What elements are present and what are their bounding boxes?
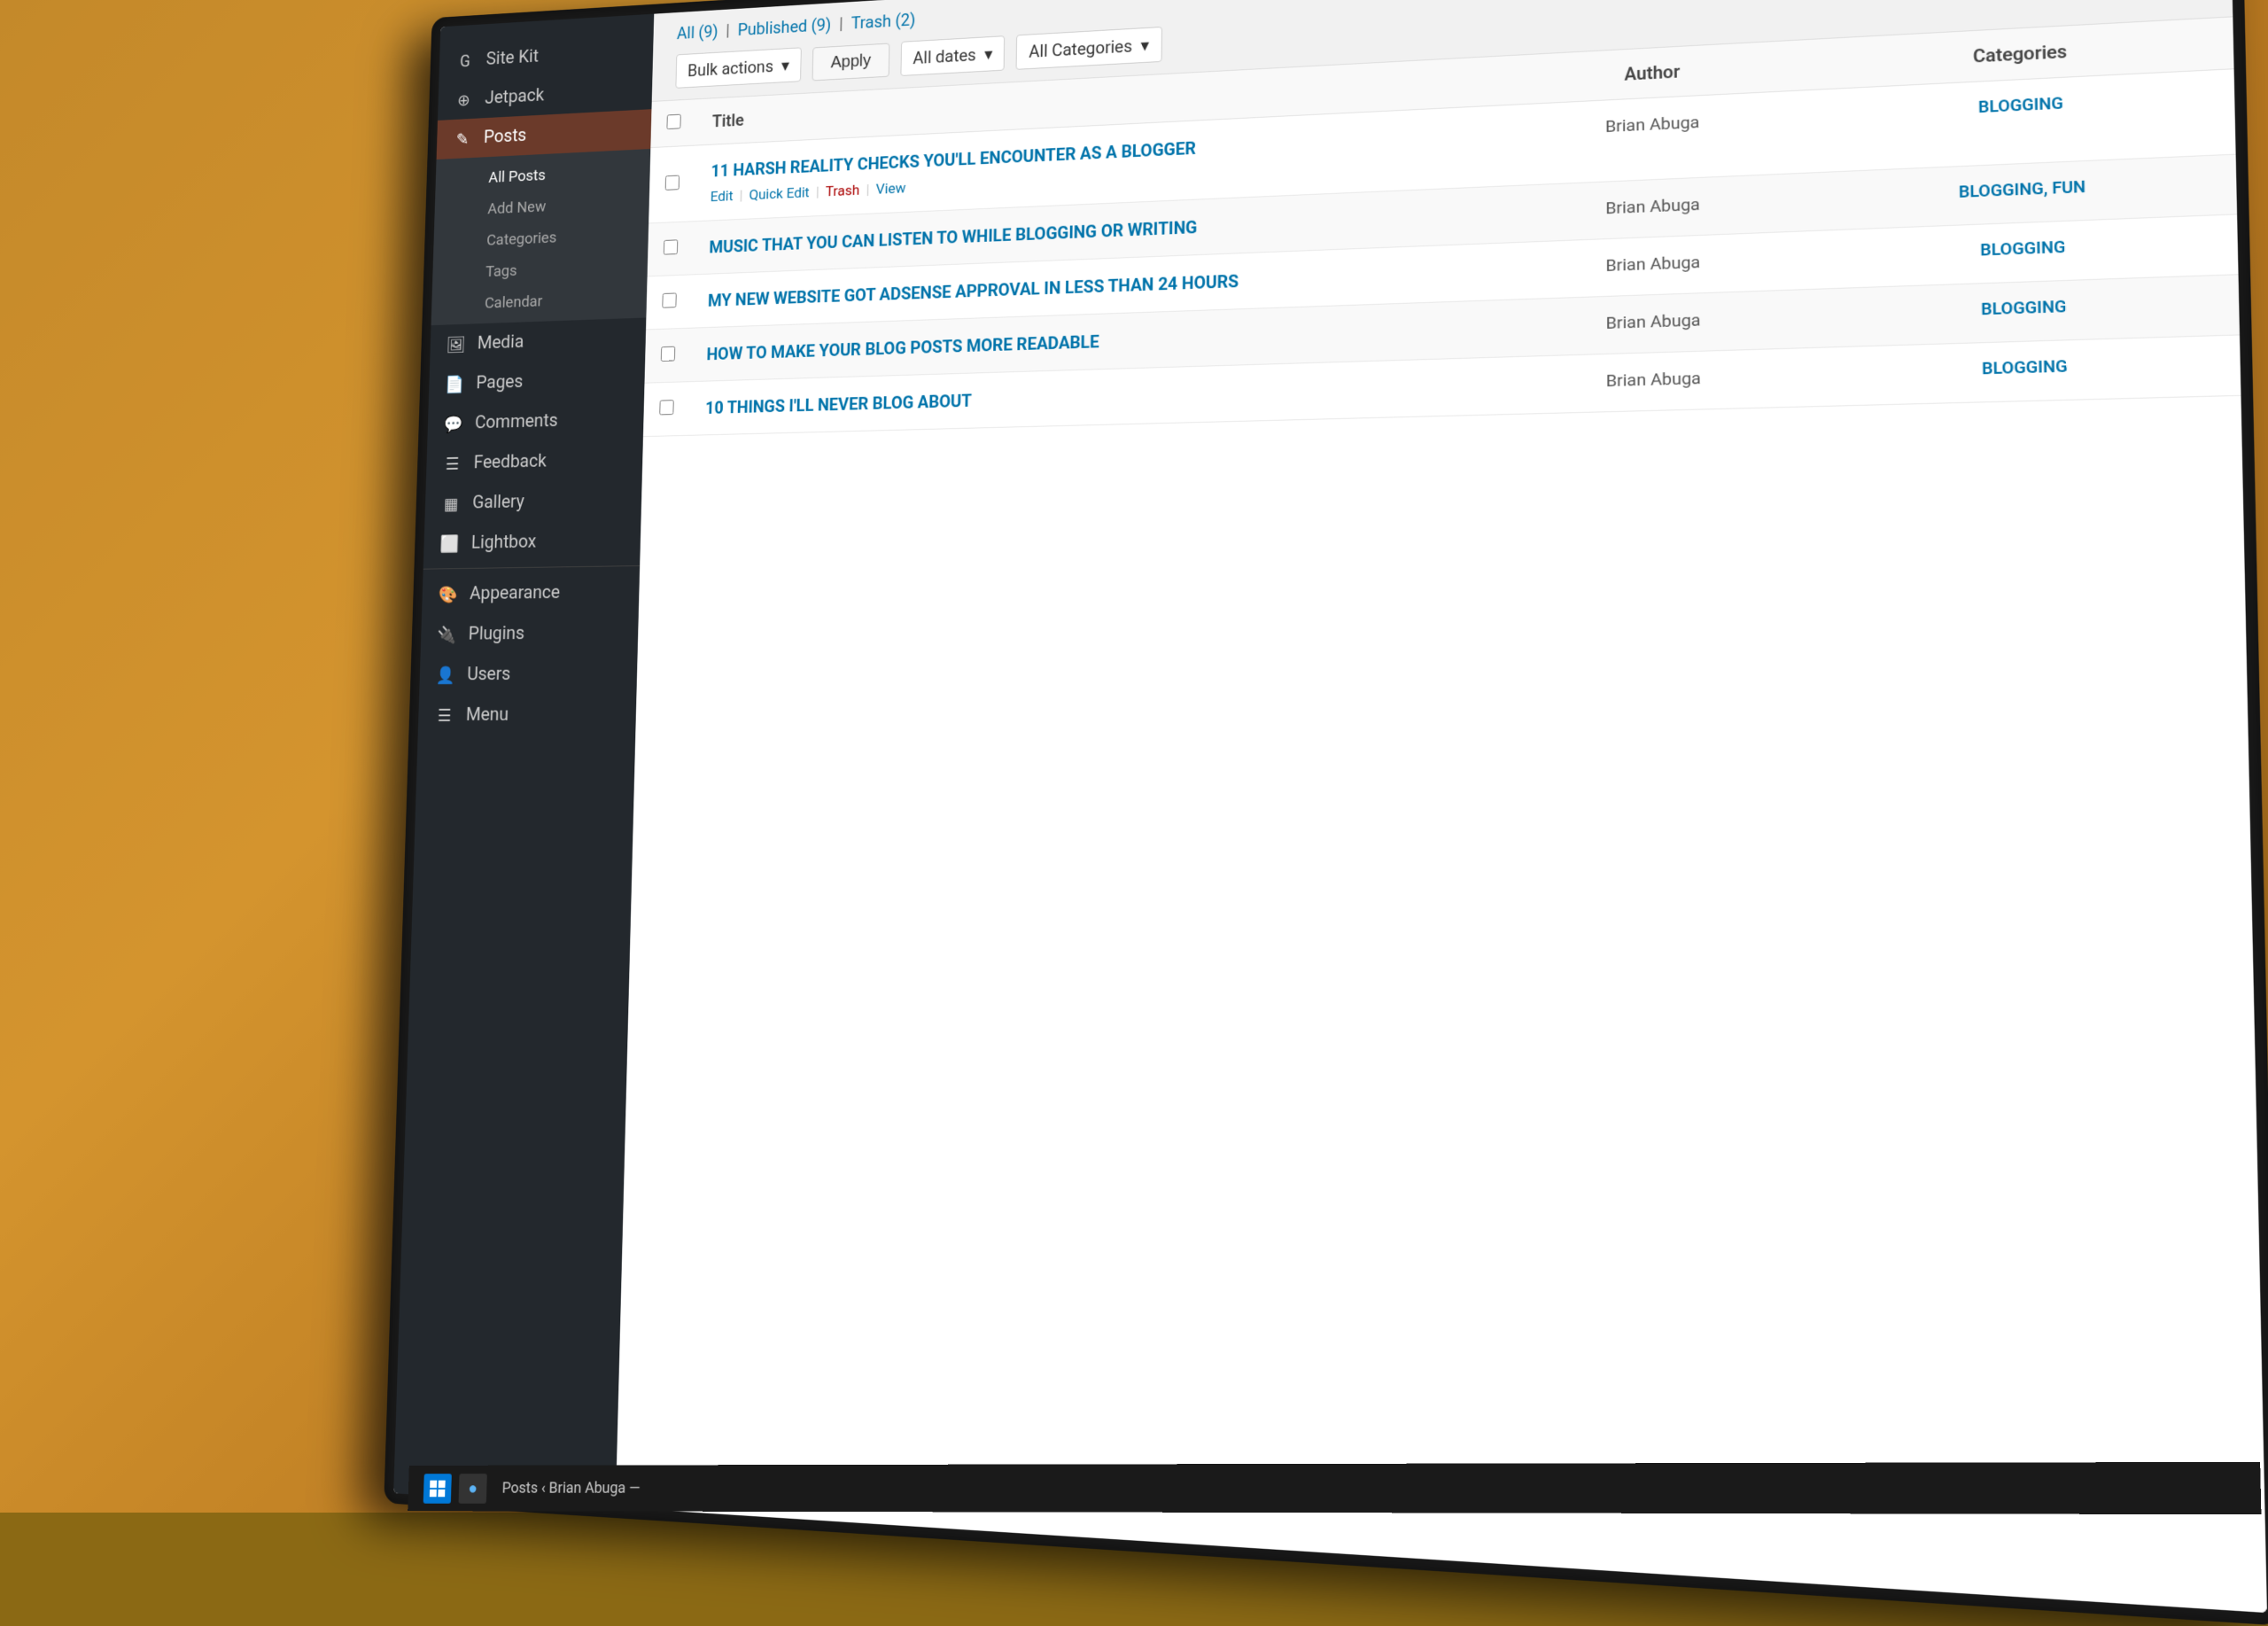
post-author-4: Brian Abuga (1513, 307, 1797, 337)
post-categories-1[interactable]: BLOGGING (1832, 87, 2215, 124)
select-all-checkbox[interactable] (666, 114, 680, 129)
taskbar: ● Posts ‹ Brian Abuga — (408, 1462, 2261, 1514)
post-checkbox-4[interactable] (661, 346, 675, 362)
sidebar-label-appearance: Appearance (470, 582, 561, 604)
menu-icon: ☰ (433, 705, 455, 725)
action-separator: | (866, 182, 869, 198)
post-checkbox-3[interactable] (662, 292, 676, 307)
appearance-icon: 🎨 (438, 584, 460, 604)
posts-icon: ✎ (452, 128, 474, 149)
plugins-icon: 🔌 (436, 625, 458, 644)
media-icon: 🖼 (446, 334, 468, 354)
sidebar-label-menu: Menu (466, 704, 509, 725)
action-separator: | (739, 188, 742, 205)
row-checkbox-cell (649, 145, 695, 223)
action-separator: | (816, 184, 819, 201)
feedback-icon: ☰ (441, 454, 463, 474)
post-action-view-1[interactable]: View (876, 180, 906, 198)
sidebar-label-lightbox: Lightbox (471, 532, 537, 553)
jetpack-icon: ⊕ (453, 89, 474, 110)
bulk-actions-dropdown[interactable]: Bulk actions ▾ (675, 47, 801, 88)
sidebar-label-plugins: Plugins (468, 623, 524, 644)
sidebar-item-gallery[interactable]: ▦ Gallery (424, 479, 641, 524)
row-checkbox-cell (645, 328, 692, 383)
sidebar-item-feedback[interactable]: ☰ Feedback (426, 439, 643, 484)
post-action-quick-edit-1[interactable]: Quick Edit (749, 184, 810, 204)
post-author-1: Brian Abuga (1513, 107, 1795, 141)
start-button[interactable] (423, 1474, 452, 1504)
taskbar-title: Posts ‹ Brian Abuga — (501, 1480, 640, 1498)
sidebar-label-media: Media (478, 331, 524, 354)
post-author-cell: Brian Abuga (1495, 347, 1815, 415)
lightbox-icon: ⬜ (439, 533, 461, 554)
sidebar-label-users: Users (467, 664, 511, 685)
post-categories-4[interactable]: BLOGGING (1834, 292, 2219, 324)
sidebar-item-plugins[interactable]: 🔌 Plugins (421, 612, 639, 655)
row-checkbox-cell (643, 382, 690, 437)
site-kit-icon: G (454, 51, 476, 71)
post-categories-5[interactable]: BLOGGING (1835, 353, 2221, 383)
chrome-icon: ● (468, 1478, 478, 1498)
chevron-down-icon: ▾ (781, 55, 789, 75)
post-action-edit-1[interactable]: Edit (711, 188, 734, 206)
post-author-5: Brian Abuga (1513, 365, 1797, 393)
submenu-calendar[interactable]: Calendar (477, 281, 647, 319)
posts-submenu: All Posts Add New Categories Tags Calend… (431, 149, 651, 325)
apply-button[interactable]: Apply (812, 43, 890, 81)
sidebar-divider (423, 565, 640, 570)
sidebar-item-comments[interactable]: 💬 Comments (427, 398, 644, 444)
main-content: All (9) | Published (9) | Trash (2) Bulk… (616, 0, 2267, 1613)
sidebar-label-feedback: Feedback (473, 451, 547, 473)
filter-trash[interactable]: Trash (2) (850, 10, 915, 34)
post-author-2: Brian Abuga (1513, 190, 1796, 222)
row-checkbox-cell (646, 275, 693, 330)
monitor-screen: G Site Kit ⊕ Jetpack ✎ Posts All Posts A… (393, 0, 2267, 1613)
post-categories-cell: BLOGGING (1815, 335, 2241, 407)
sidebar-item-media[interactable]: 🖼 Media (430, 318, 646, 365)
category-chevron-icon: ▾ (1140, 35, 1149, 55)
row-checkbox-cell (648, 222, 695, 276)
pages-icon: 📄 (444, 374, 466, 394)
sidebar-item-pages[interactable]: 📄 Pages (429, 358, 646, 405)
monitor-frame: G Site Kit ⊕ Jetpack ✎ Posts All Posts A… (384, 0, 2268, 1626)
sidebar-label-pages: Pages (476, 371, 523, 393)
sidebar-label-gallery: Gallery (472, 492, 524, 513)
sidebar-item-appearance[interactable]: 🎨 Appearance (422, 572, 640, 615)
post-checkbox-5[interactable] (659, 400, 673, 415)
filter-all[interactable]: All (9) (677, 21, 718, 43)
post-author-cell: Brian Abuga (1495, 89, 1814, 186)
posts-table: Title Author Categories 11 HARSH REALITY… (616, 17, 2267, 1613)
post-author-cell: Brian Abuga (1495, 289, 1815, 357)
post-checkbox-1[interactable] (665, 175, 680, 191)
sidebar: G Site Kit ⊕ Jetpack ✎ Posts All Posts A… (393, 14, 654, 1508)
category-filter-dropdown[interactable]: All Categories ▾ (1016, 27, 1161, 70)
column-checkbox (650, 99, 696, 147)
post-author-3: Brian Abuga (1513, 248, 1796, 279)
taskbar-app-icon[interactable]: ● (459, 1474, 487, 1504)
post-checkbox-2[interactable] (664, 239, 678, 254)
post-title-5[interactable]: 10 THINGS I'LL NEVER BLOG ABOUT (705, 374, 1477, 419)
gallery-icon: ▦ (440, 494, 462, 514)
sidebar-label-comments: Comments (475, 410, 558, 433)
post-action-trash-1[interactable]: Trash (826, 183, 860, 200)
sidebar-label-site-kit: Site Kit (485, 46, 539, 69)
post-title-4[interactable]: HOW TO MAKE YOUR BLOG POSTS MORE READABL… (706, 317, 1477, 366)
sidebar-item-lightbox[interactable]: ⬜ Lightbox (423, 520, 641, 564)
comments-icon: 💬 (443, 414, 465, 434)
date-chevron-icon: ▾ (984, 43, 993, 64)
post-categories-2[interactable]: BLOGGING, FUN (1833, 172, 2217, 206)
sidebar-label-jetpack: Jetpack (485, 85, 545, 108)
sidebar-label-posts: Posts (484, 125, 527, 147)
post-author-cell: Brian Abuga (1495, 230, 1814, 300)
sidebar-item-menu[interactable]: ☰ Menu (418, 694, 637, 735)
sidebar-item-users[interactable]: 👤 Users (419, 653, 638, 695)
users-icon: 👤 (435, 665, 457, 684)
filter-published[interactable]: Published (9) (737, 14, 831, 39)
post-categories-3[interactable]: BLOGGING (1833, 232, 2218, 266)
date-filter-dropdown[interactable]: All dates ▾ (900, 35, 1005, 76)
